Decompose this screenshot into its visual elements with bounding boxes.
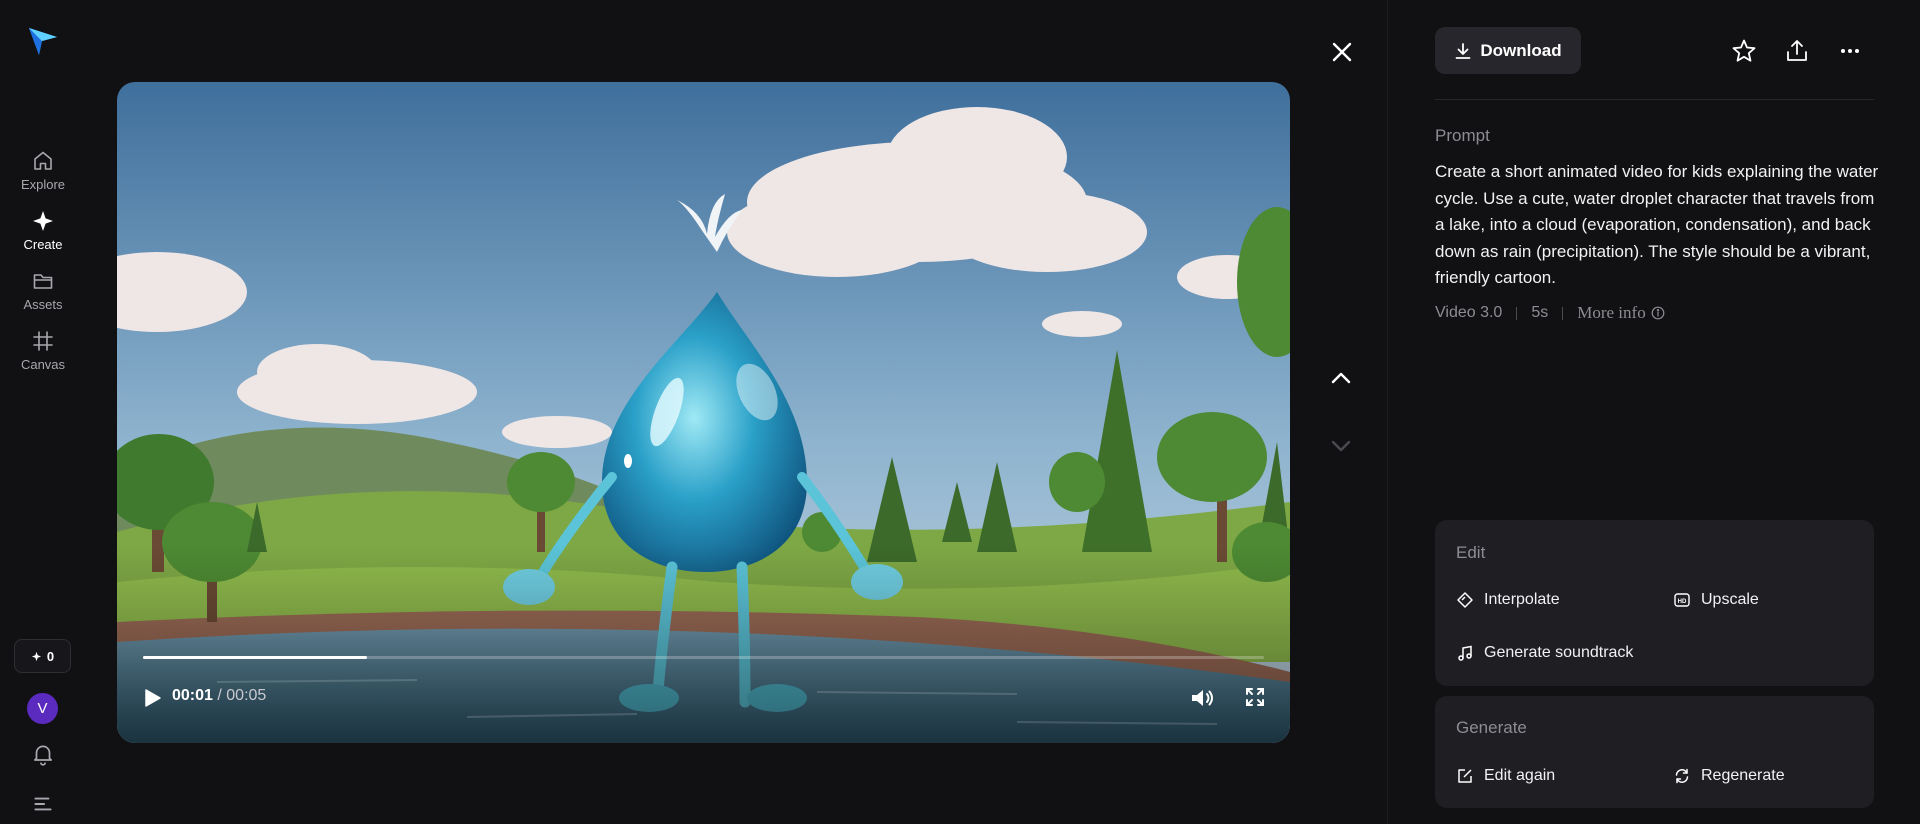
video-player[interactable]: 00:01 / 00:05 (117, 82, 1290, 743)
prompt-title: Prompt (1435, 126, 1490, 145)
time-display: 00:01 / 00:05 (172, 687, 266, 705)
interpolate-icon (1457, 592, 1473, 608)
credits-badge[interactable]: 0 (14, 639, 71, 673)
generate-soundtrack-button[interactable]: Generate soundtrack (1456, 644, 1633, 662)
header-divider (1435, 99, 1874, 100)
play-icon[interactable] (141, 687, 163, 709)
home-icon (34, 151, 52, 170)
nav-explore-label: Explore (20, 176, 66, 192)
menu-icon[interactable] (30, 791, 56, 817)
progress-bar[interactable] (143, 656, 1264, 659)
star-icon[interactable] (1730, 37, 1758, 65)
canvas-icon (33, 330, 53, 351)
nav-explore[interactable]: Explore (0, 142, 86, 198)
upscale-label: Upscale (1701, 591, 1759, 608)
download-label: Download (1480, 40, 1562, 60)
chevron-down-icon[interactable] (1326, 431, 1356, 461)
download-icon (1455, 42, 1471, 59)
generate-title: Generate (1456, 718, 1527, 737)
interpolate-button[interactable]: Interpolate (1456, 591, 1560, 609)
avatar[interactable]: V (27, 693, 58, 724)
nav-assets[interactable]: Assets (0, 262, 86, 318)
interpolate-label: Interpolate (1484, 591, 1560, 608)
avatar-initial: V (37, 700, 48, 717)
more-info-label: More info (1577, 303, 1646, 322)
video-frame-water-droplet (117, 82, 1290, 743)
music-note-icon (1458, 645, 1472, 661)
generate-soundtrack-label: Generate soundtrack (1484, 644, 1634, 661)
edit-again-label: Edit again (1484, 767, 1556, 784)
credits-count: 0 (46, 648, 55, 664)
folder-icon (33, 273, 53, 289)
nav-create-label: Create (23, 236, 63, 252)
current-time: 00:01 (172, 687, 213, 704)
edit-icon (1458, 769, 1472, 783)
edit-title: Edit (1456, 543, 1486, 562)
info-icon (1651, 306, 1665, 320)
nav-canvas[interactable]: Canvas (0, 322, 86, 378)
fullscreen-icon[interactable] (1244, 686, 1266, 708)
prompt-text: Create a short animated video for kids e… (1435, 162, 1879, 287)
left-rail: Explore Create Assets Canvas 0 V (0, 0, 86, 824)
meta-separator (1516, 306, 1518, 320)
svg-text:HD: HD (1678, 599, 1687, 605)
download-button[interactable]: Download (1435, 27, 1581, 74)
more-options-icon[interactable] (1836, 37, 1864, 65)
logo-icon[interactable] (26, 24, 60, 58)
duration: / 00:05 (217, 687, 267, 704)
upscale-button[interactable]: HD Upscale (1673, 591, 1759, 609)
regenerate-button[interactable]: Regenerate (1673, 767, 1785, 785)
more-info-link[interactable]: More info (1577, 303, 1665, 323)
share-icon[interactable] (1783, 37, 1811, 65)
volume-icon[interactable] (1189, 686, 1215, 710)
progress-fill (143, 656, 368, 659)
bell-icon[interactable] (30, 741, 56, 767)
panel-divider (1387, 0, 1388, 824)
generate-card: Generate Edit again Regenerate (1435, 696, 1874, 808)
model-version: Video 3.0 (1435, 304, 1503, 321)
edit-again-button[interactable]: Edit again (1456, 767, 1555, 785)
regenerate-label: Regenerate (1701, 767, 1785, 784)
hd-icon: HD (1674, 593, 1690, 607)
close-icon[interactable] (1327, 37, 1357, 67)
sparkle-small-icon (31, 651, 41, 661)
edit-card: Edit Interpolate HD Upscale Generate sou… (1435, 520, 1874, 686)
video-length: 5s (1531, 304, 1549, 321)
sparkle-icon (33, 210, 53, 231)
meta-separator (1562, 306, 1564, 320)
prompt-meta: Video 3.0 5s More info (1435, 303, 1665, 323)
regenerate-icon (1675, 768, 1689, 784)
app-root: Explore Create Assets Canvas 0 V 00:01 /… (0, 0, 1920, 824)
nav-canvas-label: Canvas (20, 356, 66, 372)
chevron-up-icon[interactable] (1326, 363, 1356, 393)
nav-create[interactable]: Create (0, 202, 86, 258)
nav-assets-label: Assets (23, 296, 63, 312)
